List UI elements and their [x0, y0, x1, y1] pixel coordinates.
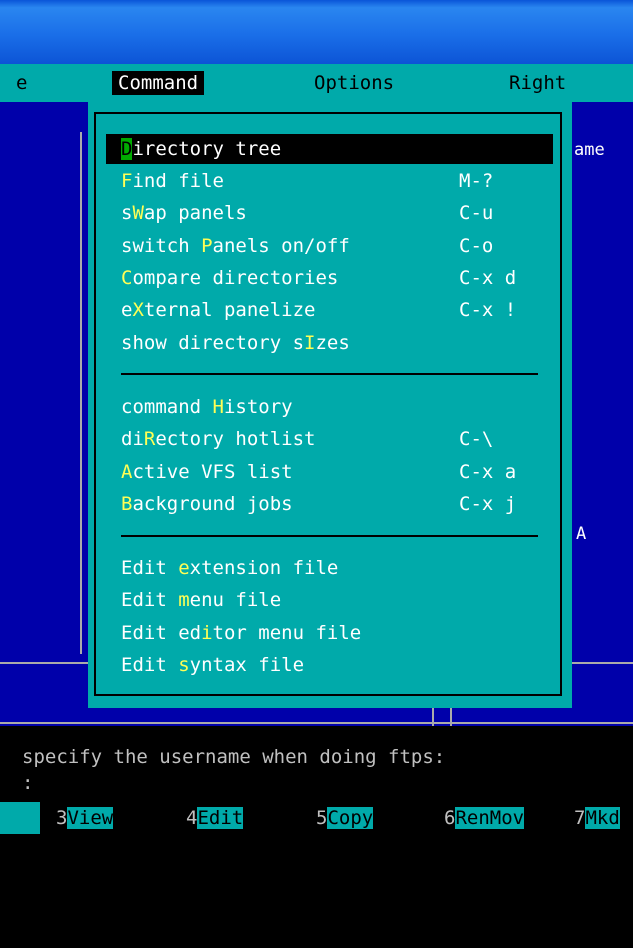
menu-item-hotkey: F — [121, 170, 133, 192]
menu-item-text: ctive VFS list — [132, 461, 293, 483]
menu-item-text: ackground jobs — [132, 493, 293, 515]
menu-item-active-vfs-list[interactable]: Active VFS list C-x a — [106, 457, 553, 487]
fkey-renmov[interactable]: 6RenMov — [444, 802, 525, 834]
fkey-label: RenMov — [455, 807, 525, 829]
menu-item-shortcut: C-x ! — [459, 299, 517, 321]
fkey-label: Mkd — [585, 807, 620, 829]
menu-separator — [121, 373, 538, 375]
menu-item-text: command — [121, 396, 213, 418]
menu-separator — [121, 535, 538, 537]
menu-item-text: ap panels — [143, 202, 247, 224]
function-key-bar: 3View 4Edit 5Copy 6RenMov 7Mkd — [0, 794, 633, 841]
fkey-edge — [0, 802, 40, 834]
menu-item-hotkey: W — [132, 202, 144, 224]
menu-item-hotkey: H — [212, 396, 224, 418]
menu-item-hotkey: P — [201, 235, 213, 257]
menu-item-text: ectory hotlist — [155, 428, 316, 450]
menu-item-swap-panels[interactable]: sWap panels C-u — [106, 198, 553, 228]
menu-item-text: switch — [121, 235, 202, 257]
menu-item-text: ompare directories — [132, 267, 339, 289]
menu-item-shortcut: C-x a — [459, 461, 517, 483]
menu-item-directory-tree[interactable]: Directory tree — [106, 134, 553, 164]
menu-item-hotkey: X — [132, 299, 144, 321]
menu-item-shortcut: C-x d — [459, 267, 517, 289]
fkey-mkdir[interactable]: 7Mkd — [574, 802, 620, 834]
menu-item-hotkey: C — [121, 267, 133, 289]
menu-item-hotkey: m — [178, 589, 190, 611]
fkey-number: 4 — [186, 807, 198, 829]
menu-item-external-panelize[interactable]: eXternal panelize C-x ! — [106, 295, 553, 325]
menu-item-text: di — [121, 428, 144, 450]
fkey-label: View — [67, 807, 114, 829]
menu-item-text: Edit — [121, 557, 179, 579]
right-panel-column-header: ame — [574, 140, 605, 160]
menu-item-text: ternal panelize — [143, 299, 316, 321]
fkey-number: 6 — [444, 807, 456, 829]
menu-item-shortcut: M-? — [459, 170, 494, 192]
menu-item-text: s — [121, 202, 133, 224]
menu-item-text: xtension file — [189, 557, 339, 579]
menu-item-edit-editor-menu-file[interactable]: Edit editor menu file — [106, 618, 553, 648]
menu-right[interactable]: Right — [509, 73, 566, 93]
menu-item-directory-hotlist[interactable]: diRectory hotlist C-\ — [106, 424, 553, 454]
panel-bottom-divider-left — [432, 708, 434, 726]
menu-item-text: istory — [223, 396, 293, 418]
fkey-number: 7 — [574, 807, 586, 829]
menu-item-text: tor menu file — [212, 622, 362, 644]
command-menu-dropdown: Directory tree Find file M-? sWap panels C-u… — [88, 102, 572, 708]
menu-item-show-directory-sizes[interactable]: show directory sIzes — [106, 328, 553, 358]
fkey-label: Edit — [197, 807, 244, 829]
fkey-copy[interactable]: 5Copy — [316, 802, 374, 834]
menu-item-hotkey: I — [304, 332, 316, 354]
status-message: specify the username when doing ftps: — [22, 746, 446, 768]
menu-item-text: show directory s — [121, 332, 305, 354]
menu-item-hotkey: s — [178, 654, 190, 676]
menu-item-text: Edit — [121, 654, 179, 676]
panel-bottom-border — [0, 722, 633, 724]
menu-left[interactable]: e — [16, 73, 27, 93]
menu-item-text: anels on/off — [212, 235, 350, 257]
menu-item-hotkey: D — [121, 138, 133, 160]
menu-item-text: yntax file — [189, 654, 305, 676]
menu-item-find-file[interactable]: Find file M-? — [106, 166, 553, 196]
menu-item-text: e — [121, 299, 133, 321]
menu-bar: e Command Options Right — [0, 64, 633, 102]
menu-item-edit-menu-file[interactable]: Edit menu file — [106, 585, 553, 615]
right-panel-marker: A — [576, 524, 587, 544]
command-prompt[interactable]: : — [22, 772, 33, 794]
menu-item-command-history[interactable]: command History — [106, 392, 553, 422]
menu-item-hotkey: R — [143, 428, 156, 450]
menu-item-shortcut: C-o — [459, 235, 494, 257]
panel-bottom-divider-right — [450, 708, 452, 726]
menu-item-switch-panels-on-off[interactable]: switch Panels on/off C-o — [106, 231, 553, 261]
menu-item-text: irectory tree — [132, 138, 282, 160]
menu-item-edit-extension-file[interactable]: Edit extension file — [106, 553, 553, 583]
menu-item-hotkey: A — [121, 461, 133, 483]
fkey-view[interactable]: 3View — [56, 802, 114, 834]
menu-options[interactable]: Options — [314, 73, 394, 93]
menu-item-text: Edit ed — [121, 622, 202, 644]
menu-item-text: Edit — [121, 589, 179, 611]
menu-item-hotkey: i — [201, 622, 213, 644]
menu-item-shortcut: C-u — [459, 202, 494, 224]
menu-item-hotkey: e — [178, 557, 190, 579]
menu-item-compare-directories[interactable]: Compare directories C-x d — [106, 263, 553, 293]
window-title-bar[interactable] — [0, 0, 633, 64]
menu-item-edit-syntax-file[interactable]: Edit syntax file — [106, 650, 553, 680]
menu-command[interactable]: Command — [112, 71, 205, 95]
menu-item-text: enu file — [189, 589, 282, 611]
menu-item-background-jobs[interactable]: Background jobs C-x j — [106, 489, 553, 519]
menu-item-text: zes — [315, 332, 350, 354]
left-panel-divider — [80, 132, 82, 654]
menu-item-hotkey: B — [121, 493, 133, 515]
fkey-label: Copy — [327, 807, 374, 829]
fkey-number: 3 — [56, 807, 68, 829]
menu-item-text: ind file — [132, 170, 224, 192]
menu-item-shortcut: C-x j — [459, 493, 517, 515]
menu-item-shortcut: C-\ — [459, 428, 494, 450]
status-area: specify the username when doing ftps: : — [0, 726, 633, 794]
fkey-number: 5 — [316, 807, 328, 829]
fkey-edit[interactable]: 4Edit — [186, 802, 244, 834]
